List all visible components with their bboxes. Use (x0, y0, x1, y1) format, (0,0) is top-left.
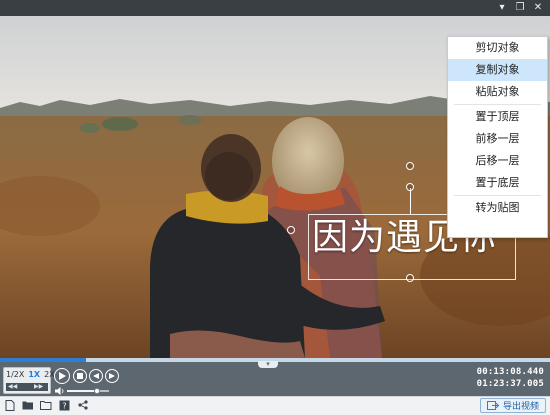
close-window-icon[interactable]: ✕ (530, 0, 546, 16)
menu-item-cut[interactable]: 剪切对象 (448, 37, 547, 59)
stop-icon (77, 373, 83, 379)
restore-window-icon[interactable]: ❐ (512, 0, 528, 16)
project-folder-icon[interactable] (40, 399, 52, 411)
menu-item-convert-to-sticker[interactable]: 转为贴图 (448, 197, 547, 219)
volume-control[interactable] (55, 387, 115, 395)
menu-item-bring-forward[interactable]: 前移一层 (448, 128, 547, 150)
volume-knob[interactable] (94, 388, 101, 394)
resize-handle-bottom[interactable] (406, 274, 414, 282)
previous-button[interactable] (89, 369, 103, 383)
export-video-button[interactable]: 导出视频 (480, 398, 546, 413)
menu-dropdown-icon[interactable]: ▾ (494, 0, 510, 16)
export-icon (486, 401, 499, 410)
export-video-label: 导出视频 (502, 402, 539, 412)
title-bar: ▾ ❐ ✕ (0, 0, 550, 16)
resize-handle-top[interactable] (406, 183, 414, 191)
volume-slider[interactable] (67, 388, 109, 394)
volume-fill (67, 390, 98, 392)
stop-button[interactable] (73, 369, 87, 383)
svg-text:?: ? (62, 401, 66, 410)
resize-handle-left[interactable] (287, 226, 295, 234)
speed-option[interactable]: 1/2X (6, 370, 24, 379)
collapse-panel-toggle[interactable]: ▾ (258, 361, 278, 368)
bottom-toolbar: ? 导出视频 (0, 396, 550, 415)
menu-item-paste[interactable]: 粘贴对象 (448, 81, 547, 103)
current-time: 00:13:08.440 (476, 367, 544, 377)
chevron-down-icon: ▾ (266, 360, 270, 368)
open-folder-icon[interactable] (22, 399, 34, 411)
forward-icon (109, 373, 115, 379)
menu-separator (454, 104, 541, 105)
menu-separator (454, 195, 541, 196)
speed-options: 1/2X 1X 2X (6, 370, 55, 379)
context-menu: 剪切对象 复制对象 粘贴对象 置于顶层 前移一层 后移一层 置于底层 转为贴图 (447, 36, 548, 238)
menu-item-copy[interactable]: 复制对象 (448, 59, 547, 81)
play-icon (59, 372, 66, 380)
share-icon[interactable] (77, 399, 89, 411)
speed-option[interactable]: 1X (28, 370, 40, 379)
menu-item-send-backward[interactable]: 后移一层 (448, 150, 547, 172)
rotate-handle-line (410, 188, 411, 214)
frame-step-control[interactable]: ◀◀ ▶▶ (6, 383, 48, 391)
menu-item-send-to-back[interactable]: 置于底层 (448, 172, 547, 194)
menu-item-bring-to-front[interactable]: 置于顶层 (448, 106, 547, 128)
total-duration: 01:23:37.005 (476, 379, 544, 389)
speaker-icon[interactable] (55, 387, 65, 395)
step-forward-icon[interactable]: ▶▶ (34, 384, 43, 390)
play-button[interactable] (54, 368, 70, 384)
rewind-icon (93, 373, 99, 379)
video-preview[interactable]: 因为遇见你 剪切对象 复制对象 粘贴对象 置于顶层 前移一层 后移一层 置于底层… (0, 16, 550, 358)
speed-selector[interactable]: 1/2X 1X 2X ◀◀ ▶▶ (3, 367, 55, 394)
help-icon[interactable]: ? (58, 399, 70, 411)
step-back-icon[interactable]: ◀◀ (8, 384, 17, 390)
new-file-icon[interactable] (4, 399, 16, 411)
next-button[interactable] (105, 369, 119, 383)
rotate-handle[interactable] (406, 162, 414, 170)
